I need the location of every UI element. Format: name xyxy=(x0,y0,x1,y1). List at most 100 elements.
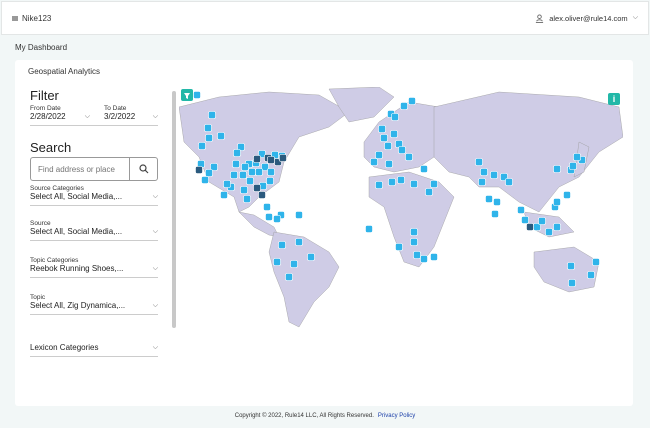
twitter-marker-icon[interactable] xyxy=(241,163,249,171)
menu-icon[interactable] xyxy=(12,15,18,21)
filter-dropdown[interactable]: Topic Select All, Zig Dynamica,... ⌵ xyxy=(30,294,158,315)
twitter-marker-icon[interactable] xyxy=(425,188,433,196)
twitter-marker-icon[interactable] xyxy=(290,260,298,268)
twitter-marker-icon[interactable] xyxy=(567,262,575,270)
twitter-marker-icon[interactable] xyxy=(592,258,600,266)
twitter-marker-icon[interactable] xyxy=(239,171,247,179)
twitter-marker-icon[interactable] xyxy=(266,177,274,185)
twitter-marker-icon[interactable] xyxy=(375,151,383,159)
twitter-marker-icon[interactable] xyxy=(243,195,251,203)
twitter-marker-icon[interactable] xyxy=(267,156,275,164)
twitter-marker-icon[interactable] xyxy=(385,160,393,168)
info-button[interactable]: i xyxy=(608,93,620,105)
twitter-marker-icon[interactable] xyxy=(400,102,408,110)
twitter-marker-icon[interactable] xyxy=(240,186,248,194)
twitter-marker-icon[interactable] xyxy=(365,225,373,233)
map-filter-button[interactable] xyxy=(181,89,193,101)
twitter-marker-icon[interactable] xyxy=(263,203,271,211)
twitter-marker-icon[interactable] xyxy=(193,91,201,99)
twitter-marker-icon[interactable] xyxy=(205,169,213,177)
twitter-marker-icon[interactable] xyxy=(568,279,576,287)
twitter-marker-icon[interactable] xyxy=(420,255,428,263)
twitter-marker-icon[interactable] xyxy=(410,238,418,246)
twitter-marker-icon[interactable] xyxy=(538,217,546,225)
filter-dropdown[interactable]: Source Categories Select All, Social Medi… xyxy=(30,185,158,206)
twitter-marker-icon[interactable] xyxy=(545,228,553,236)
twitter-marker-icon[interactable] xyxy=(573,153,581,161)
user-menu[interactable]: alex.oliver@rule14.com ⌵ xyxy=(535,14,638,23)
privacy-policy-link[interactable]: Privacy Policy xyxy=(378,413,415,419)
twitter-marker-icon[interactable] xyxy=(521,216,529,224)
twitter-marker-icon[interactable] xyxy=(505,178,513,186)
twitter-marker-icon[interactable] xyxy=(475,158,483,166)
twitter-marker-icon[interactable] xyxy=(279,154,287,162)
twitter-marker-icon[interactable] xyxy=(390,130,398,138)
twitter-marker-icon[interactable] xyxy=(378,125,386,133)
twitter-marker-icon[interactable] xyxy=(295,238,303,246)
twitter-marker-icon[interactable] xyxy=(217,132,225,140)
from-date-field[interactable]: From Date 2/28/2022 ⌵ xyxy=(30,105,90,121)
twitter-marker-icon[interactable] xyxy=(420,165,428,173)
twitter-marker-icon[interactable] xyxy=(253,155,261,163)
twitter-marker-icon[interactable] xyxy=(493,198,501,206)
twitter-marker-icon[interactable] xyxy=(208,111,216,119)
twitter-marker-icon[interactable] xyxy=(430,253,438,261)
twitter-marker-icon[interactable] xyxy=(255,168,263,176)
twitter-marker-icon[interactable] xyxy=(248,168,256,176)
twitter-marker-icon[interactable] xyxy=(397,176,405,184)
twitter-marker-icon[interactable] xyxy=(258,191,266,199)
twitter-marker-icon[interactable] xyxy=(370,158,378,166)
twitter-marker-icon[interactable] xyxy=(480,168,488,176)
twitter-marker-icon[interactable] xyxy=(278,241,286,249)
twitter-marker-icon[interactable] xyxy=(587,271,595,279)
filter-dropdown[interactable]: Source Select All, Social Media,... ⌵ xyxy=(30,220,158,241)
map[interactable]: i xyxy=(179,87,623,398)
twitter-marker-icon[interactable] xyxy=(267,168,275,176)
search-button[interactable] xyxy=(129,158,157,180)
twitter-marker-icon[interactable] xyxy=(391,113,399,121)
twitter-marker-icon[interactable] xyxy=(246,177,254,185)
twitter-marker-icon[interactable] xyxy=(569,162,577,170)
twitter-marker-icon[interactable] xyxy=(398,146,406,154)
twitter-marker-icon[interactable] xyxy=(232,160,240,168)
twitter-marker-icon[interactable] xyxy=(491,210,499,218)
twitter-marker-icon[interactable] xyxy=(273,215,281,223)
twitter-marker-icon[interactable] xyxy=(388,178,396,186)
twitter-marker-icon[interactable] xyxy=(410,228,418,236)
twitter-marker-icon[interactable] xyxy=(380,134,388,142)
twitter-marker-icon[interactable] xyxy=(517,206,525,214)
twitter-marker-icon[interactable] xyxy=(563,191,571,199)
twitter-marker-icon[interactable] xyxy=(430,180,438,188)
twitter-marker-icon[interactable] xyxy=(230,171,238,179)
twitter-marker-icon[interactable] xyxy=(490,171,498,179)
twitter-marker-icon[interactable] xyxy=(201,176,209,184)
twitter-marker-icon[interactable] xyxy=(405,153,413,161)
twitter-marker-icon[interactable] xyxy=(384,142,392,150)
twitter-marker-icon[interactable] xyxy=(375,181,383,189)
to-date-field[interactable]: To Date 3/2/2022 ⌵ xyxy=(104,105,158,121)
twitter-marker-icon[interactable] xyxy=(273,258,281,266)
twitter-marker-icon[interactable] xyxy=(195,166,203,174)
twitter-marker-icon[interactable] xyxy=(485,195,493,203)
sidebar-scrollbar[interactable] xyxy=(172,91,176,328)
twitter-marker-icon[interactable] xyxy=(220,191,228,199)
twitter-marker-icon[interactable] xyxy=(478,178,486,186)
search-input[interactable] xyxy=(31,158,129,180)
twitter-marker-icon[interactable] xyxy=(205,134,213,142)
twitter-marker-icon[interactable] xyxy=(253,184,261,192)
twitter-marker-icon[interactable] xyxy=(553,198,561,206)
twitter-marker-icon[interactable] xyxy=(204,124,212,132)
twitter-marker-icon[interactable] xyxy=(526,223,534,231)
filter-dropdown[interactable]: Topic Categories Reebok Running Shoes,...… xyxy=(30,257,158,278)
twitter-marker-icon[interactable] xyxy=(295,211,303,219)
twitter-marker-icon[interactable] xyxy=(408,97,416,105)
twitter-marker-icon[interactable] xyxy=(223,180,231,188)
twitter-marker-icon[interactable] xyxy=(307,253,315,261)
twitter-marker-icon[interactable] xyxy=(395,243,403,251)
twitter-marker-icon[interactable] xyxy=(553,165,561,173)
twitter-marker-icon[interactable] xyxy=(233,149,241,157)
twitter-marker-icon[interactable] xyxy=(413,251,421,259)
twitter-marker-icon[interactable] xyxy=(410,180,418,188)
twitter-marker-icon[interactable] xyxy=(553,223,561,231)
twitter-marker-icon[interactable] xyxy=(198,142,206,150)
